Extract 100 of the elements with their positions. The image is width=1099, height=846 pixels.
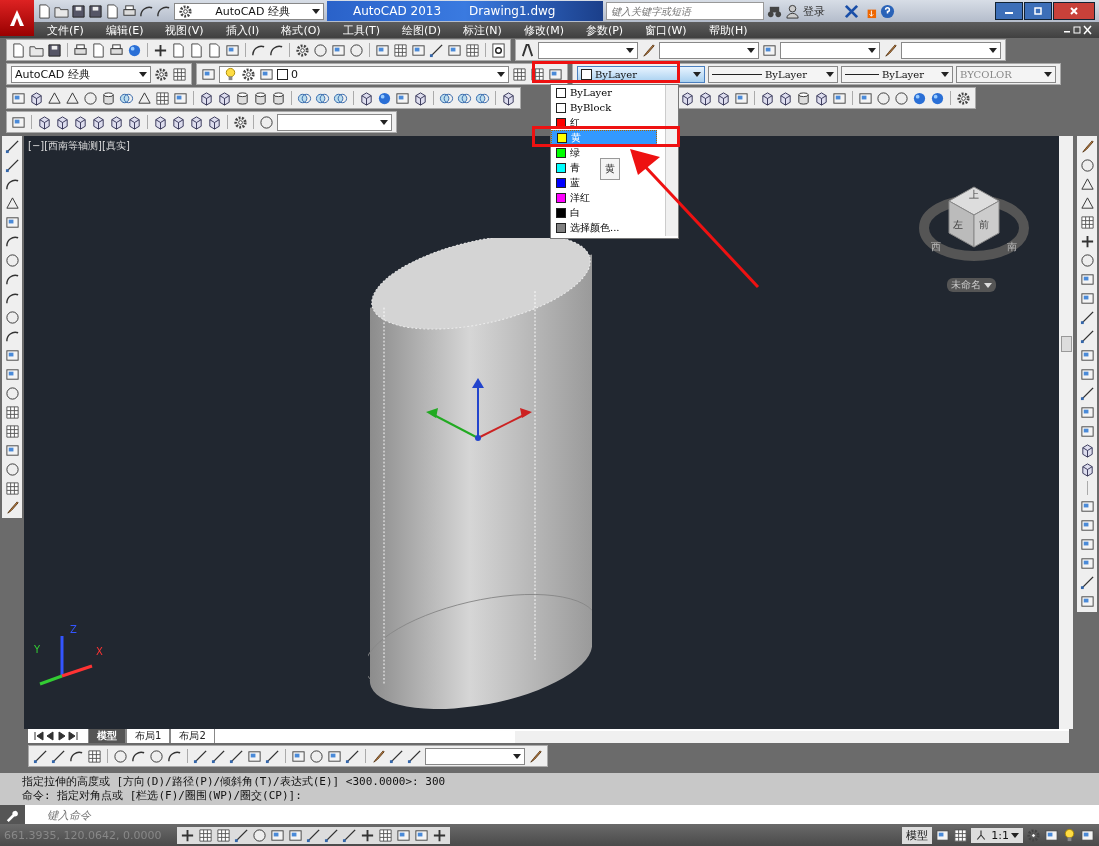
circle-icon[interactable]: [4, 310, 20, 325]
x-logo-icon[interactable]: [844, 3, 859, 19]
cone-icon[interactable]: [4, 196, 20, 211]
table-style-combo[interactable]: [780, 41, 880, 59]
cube-icon[interactable]: [199, 90, 214, 106]
cylinder-icon[interactable]: [101, 90, 116, 106]
line-icon[interactable]: [306, 827, 321, 843]
line-icon[interactable]: [342, 827, 357, 843]
rectangle-icon[interactable]: [935, 827, 951, 843]
rectangle-icon[interactable]: [4, 348, 20, 363]
rectangle-icon[interactable]: [1044, 827, 1059, 843]
page-icon[interactable]: [91, 42, 106, 58]
workspace-combo[interactable]: AutoCAD 经典: [174, 2, 324, 20]
cube-icon[interactable]: [1079, 462, 1095, 477]
rectangle-icon[interactable]: [1079, 291, 1095, 306]
rectangle-icon[interactable]: [1079, 272, 1095, 287]
viewport-label[interactable]: [−][西南等轴测][真实]: [28, 139, 130, 153]
dimension-style-combo[interactable]: [659, 41, 759, 59]
rectangle-icon[interactable]: [1080, 827, 1095, 843]
rectangle-icon[interactable]: [1079, 367, 1095, 382]
cube-icon[interactable]: [37, 114, 52, 130]
line-icon[interactable]: [1079, 329, 1095, 344]
menu-item[interactable]: 帮助(H): [697, 22, 759, 38]
grid-icon[interactable]: [216, 827, 231, 843]
grid-icon[interactable]: [172, 66, 187, 82]
gear-icon[interactable]: [295, 42, 310, 58]
grid-icon[interactable]: [378, 827, 393, 843]
viewcube-face-label[interactable]: 前: [979, 218, 989, 232]
cylinder-icon[interactable]: [253, 90, 268, 106]
menu-item[interactable]: 格式(O): [270, 22, 332, 38]
line-icon[interactable]: [345, 748, 360, 764]
color-option[interactable]: 绿: [551, 145, 583, 160]
brush-icon[interactable]: [1079, 139, 1095, 154]
grid-icon[interactable]: [4, 481, 20, 496]
cube-icon[interactable]: [91, 114, 106, 130]
cube-icon[interactable]: [413, 90, 428, 106]
rectangle-icon[interactable]: [1079, 556, 1095, 571]
menu-item[interactable]: 文件(F): [36, 22, 95, 38]
arc-icon[interactable]: [4, 272, 20, 287]
rectangle-icon[interactable]: [1079, 424, 1095, 439]
rectangle-icon[interactable]: [1079, 499, 1095, 514]
rectangle-icon[interactable]: [327, 748, 342, 764]
line-icon[interactable]: [1079, 310, 1095, 325]
sphere-icon[interactable]: [912, 90, 927, 106]
user-icon[interactable]: [785, 3, 800, 19]
brush-icon[interactable]: [371, 748, 386, 764]
circle-icon[interactable]: [313, 42, 328, 58]
rectangle-icon[interactable]: [411, 42, 426, 58]
rectangle-icon[interactable]: [414, 827, 429, 843]
line-icon[interactable]: [407, 748, 422, 764]
plus-icon[interactable]: [153, 42, 168, 58]
color-option[interactable]: ByLayer: [551, 85, 615, 100]
rectangle-icon[interactable]: [4, 215, 20, 230]
menu-item[interactable]: 标注(N): [452, 22, 513, 38]
brush-icon[interactable]: [883, 42, 898, 58]
circle-icon[interactable]: [1079, 158, 1095, 173]
rectangle-icon[interactable]: [288, 827, 303, 843]
line-icon[interactable]: [429, 42, 444, 58]
list-scrollbar[interactable]: [665, 85, 678, 236]
cylinder-icon[interactable]: [796, 90, 811, 106]
linetype-combo[interactable]: ByLayer: [708, 65, 838, 83]
cube-icon[interactable]: [814, 90, 829, 106]
cube-icon[interactable]: [760, 90, 775, 106]
plus-icon[interactable]: [1079, 234, 1095, 249]
cone-icon[interactable]: [47, 90, 62, 106]
circle-icon[interactable]: [4, 253, 20, 268]
printer-icon[interactable]: [73, 42, 88, 58]
search-field[interactable]: 键入关键字或短语: [606, 2, 764, 20]
grid-icon[interactable]: [155, 90, 170, 106]
cube-icon[interactable]: [680, 90, 695, 106]
sign-in-link[interactable]: 登录: [803, 3, 825, 19]
arc-icon[interactable]: [4, 177, 20, 192]
line-icon[interactable]: [265, 748, 280, 764]
rectangle-icon[interactable]: [291, 748, 306, 764]
rectangle-icon[interactable]: [331, 42, 346, 58]
page-icon[interactable]: [171, 42, 186, 58]
circle-icon[interactable]: [149, 748, 164, 764]
rectangle-icon[interactable]: [247, 748, 262, 764]
cube-icon[interactable]: [55, 114, 70, 130]
line-icon[interactable]: [193, 748, 208, 764]
arc-icon[interactable]: [4, 234, 20, 249]
viewcube-face-label[interactable]: 左: [953, 218, 963, 232]
cube-icon[interactable]: [716, 90, 731, 106]
circle-icon[interactable]: [309, 748, 324, 764]
rectangle-icon[interactable]: [832, 90, 847, 106]
horizontal-scrollbar[interactable]: [514, 731, 1069, 743]
viewcube-face-label[interactable]: 上: [969, 188, 979, 202]
restore-button[interactable]: [1024, 2, 1052, 20]
page-icon[interactable]: [105, 3, 120, 19]
cube-icon[interactable]: [778, 90, 793, 106]
rectangle-icon[interactable]: [1079, 594, 1095, 609]
line-icon[interactable]: [33, 748, 48, 764]
cube-icon[interactable]: [207, 114, 222, 130]
gear-icon[interactable]: [956, 90, 971, 106]
grid-icon[interactable]: [530, 66, 545, 82]
page-icon[interactable]: [207, 42, 222, 58]
line-icon[interactable]: [1079, 386, 1095, 401]
grid-icon[interactable]: [198, 827, 213, 843]
lineweight-combo[interactable]: ByLayer: [841, 65, 953, 83]
cylinder-icon[interactable]: [235, 90, 250, 106]
